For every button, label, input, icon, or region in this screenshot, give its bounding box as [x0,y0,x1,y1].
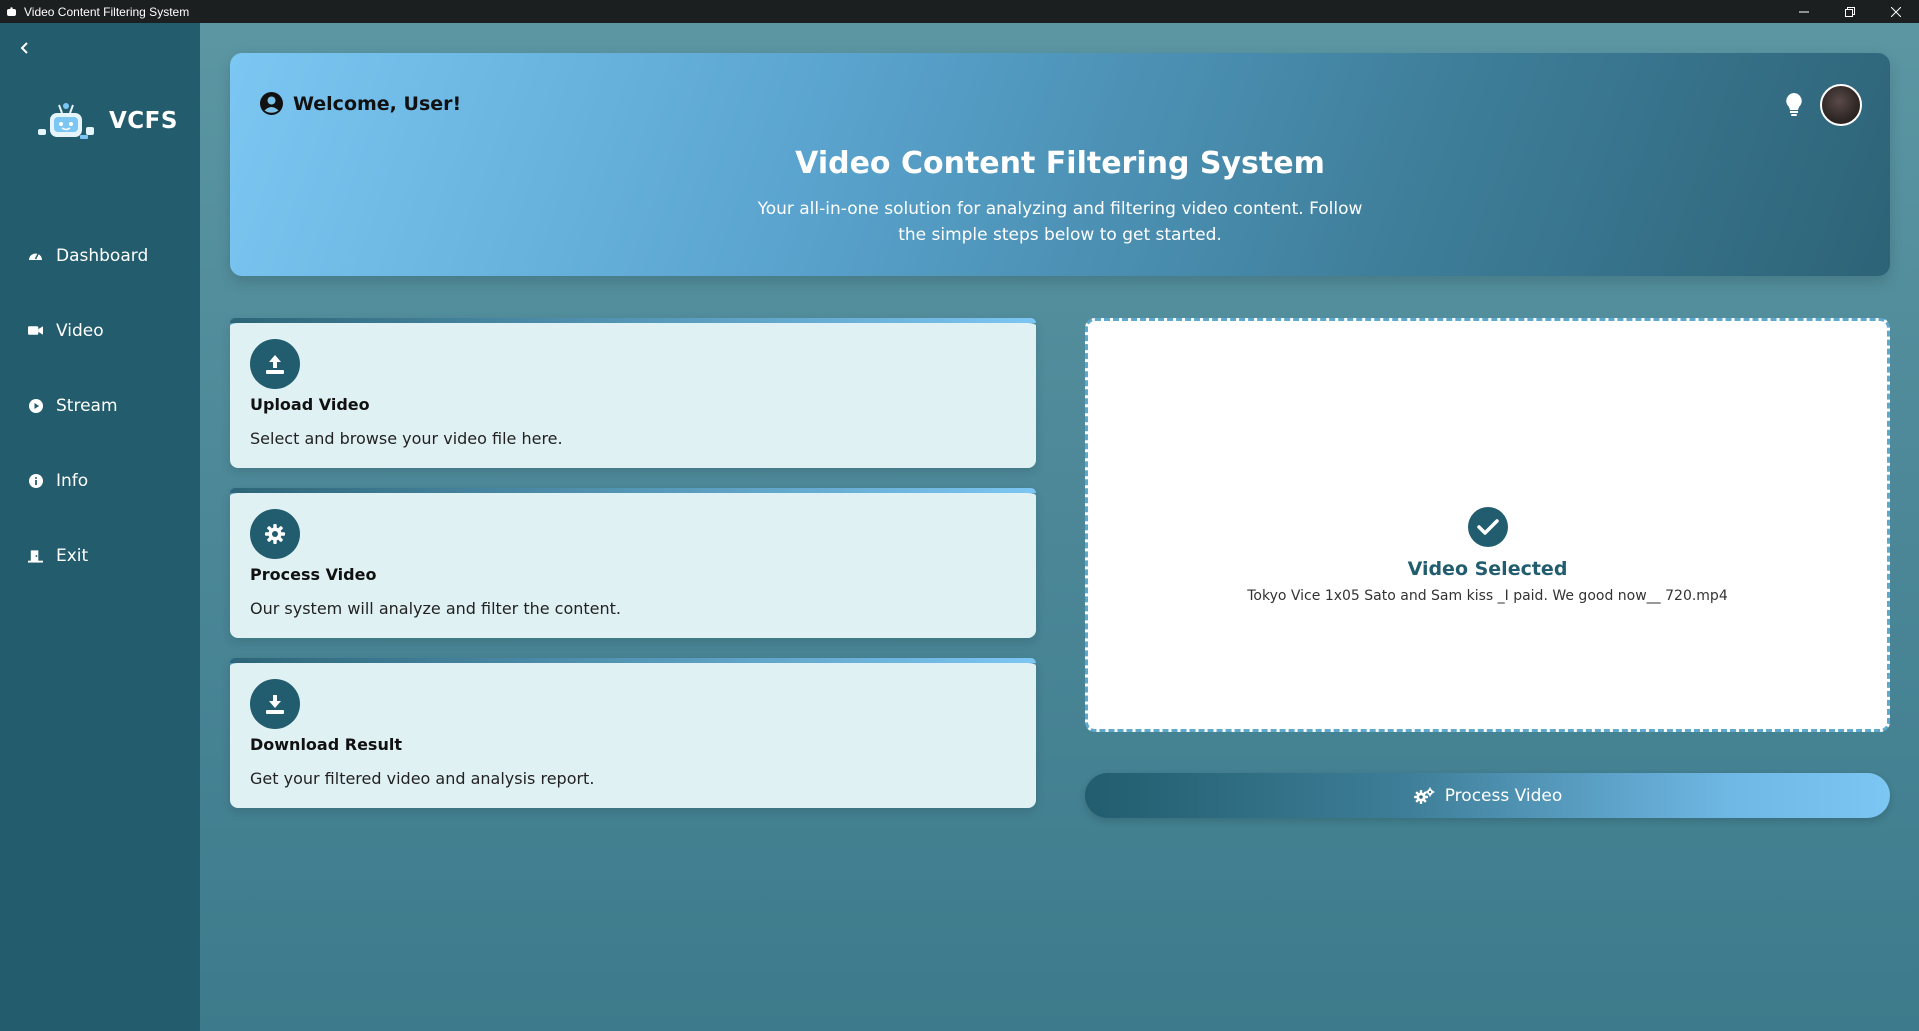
chevron-left-icon[interactable] [14,37,36,59]
welcome-message: Welcome, User! [260,92,461,115]
window-titlebar: Video Content Filtering System [0,0,1919,23]
sidebar-item-dashboard[interactable]: Dashboard [0,218,200,293]
logo-text: VCFS [109,108,178,134]
user-circle-icon [260,92,283,115]
minimize-icon[interactable] [1781,0,1827,23]
door-exit-icon [28,548,43,563]
step-title: Upload Video [250,395,370,414]
page-subtitle: Your all-in-one solution for analyzing a… [757,199,1363,245]
step-title: Download Result [250,735,402,754]
avatar[interactable] [1820,84,1862,126]
sidebar-item-exit[interactable]: Exit [0,518,200,593]
sidebar: VCFS Dashboard Video Stream Info Exit [0,23,200,1031]
download-icon [250,679,300,729]
close-icon[interactable] [1873,0,1919,23]
gauge-icon [28,248,43,263]
video-status: Video Selected [1407,558,1568,580]
restore-icon[interactable] [1827,0,1873,23]
video-camera-icon [28,323,43,338]
gear-icon [250,509,300,559]
play-circle-icon [28,398,43,413]
upload-icon [250,339,300,389]
sidebar-item-label: Dashboard [56,245,149,266]
robot-logo-icon [38,103,94,139]
app-icon [7,6,16,16]
logo: VCFS [36,101,178,141]
step-card-process: Process Video Our system will analyze an… [230,488,1036,638]
gears-icon [1413,787,1435,804]
sidebar-item-label: Exit [56,545,89,566]
step-description: Our system will analyze and filter the c… [250,599,622,618]
window-title: Video Content Filtering System [24,4,190,19]
sidebar-item-info[interactable]: Info [0,443,200,518]
sidebar-item-video[interactable]: Video [0,293,200,368]
step-description: Get your filtered video and analysis rep… [250,769,595,788]
sidebar-item-stream[interactable]: Stream [0,368,200,443]
process-video-label: Process Video [1444,785,1563,806]
lightbulb-icon[interactable] [1783,91,1805,119]
header-banner: Welcome, User! Video Content Filtering S… [230,53,1890,276]
step-card-upload: Upload Video Select and browse your vide… [230,318,1036,468]
welcome-text: Welcome, User! [293,92,462,115]
video-drop-zone[interactable]: Video Selected Tokyo Vice 1x05 Sato and … [1085,318,1890,732]
step-card-download: Download Result Get your filtered video … [230,658,1036,808]
sidebar-item-label: Stream [56,395,118,416]
window-controls [1781,0,1919,23]
process-video-button[interactable]: Process Video [1085,773,1890,818]
sidebar-nav: Dashboard Video Stream Info Exit [0,218,200,593]
main-content: Welcome, User! Video Content Filtering S… [200,23,1919,1031]
step-title: Process Video [250,565,377,584]
sidebar-item-label: Info [56,470,89,491]
info-circle-icon [28,473,43,488]
page-title: Video Content Filtering System [795,146,1325,181]
video-filename: Tokyo Vice 1x05 Sato and Sam kiss _I pai… [1247,588,1728,604]
step-description: Select and browse your video file here. [250,429,563,448]
check-circle-icon [1467,507,1508,547]
sidebar-item-label: Video [56,320,104,341]
